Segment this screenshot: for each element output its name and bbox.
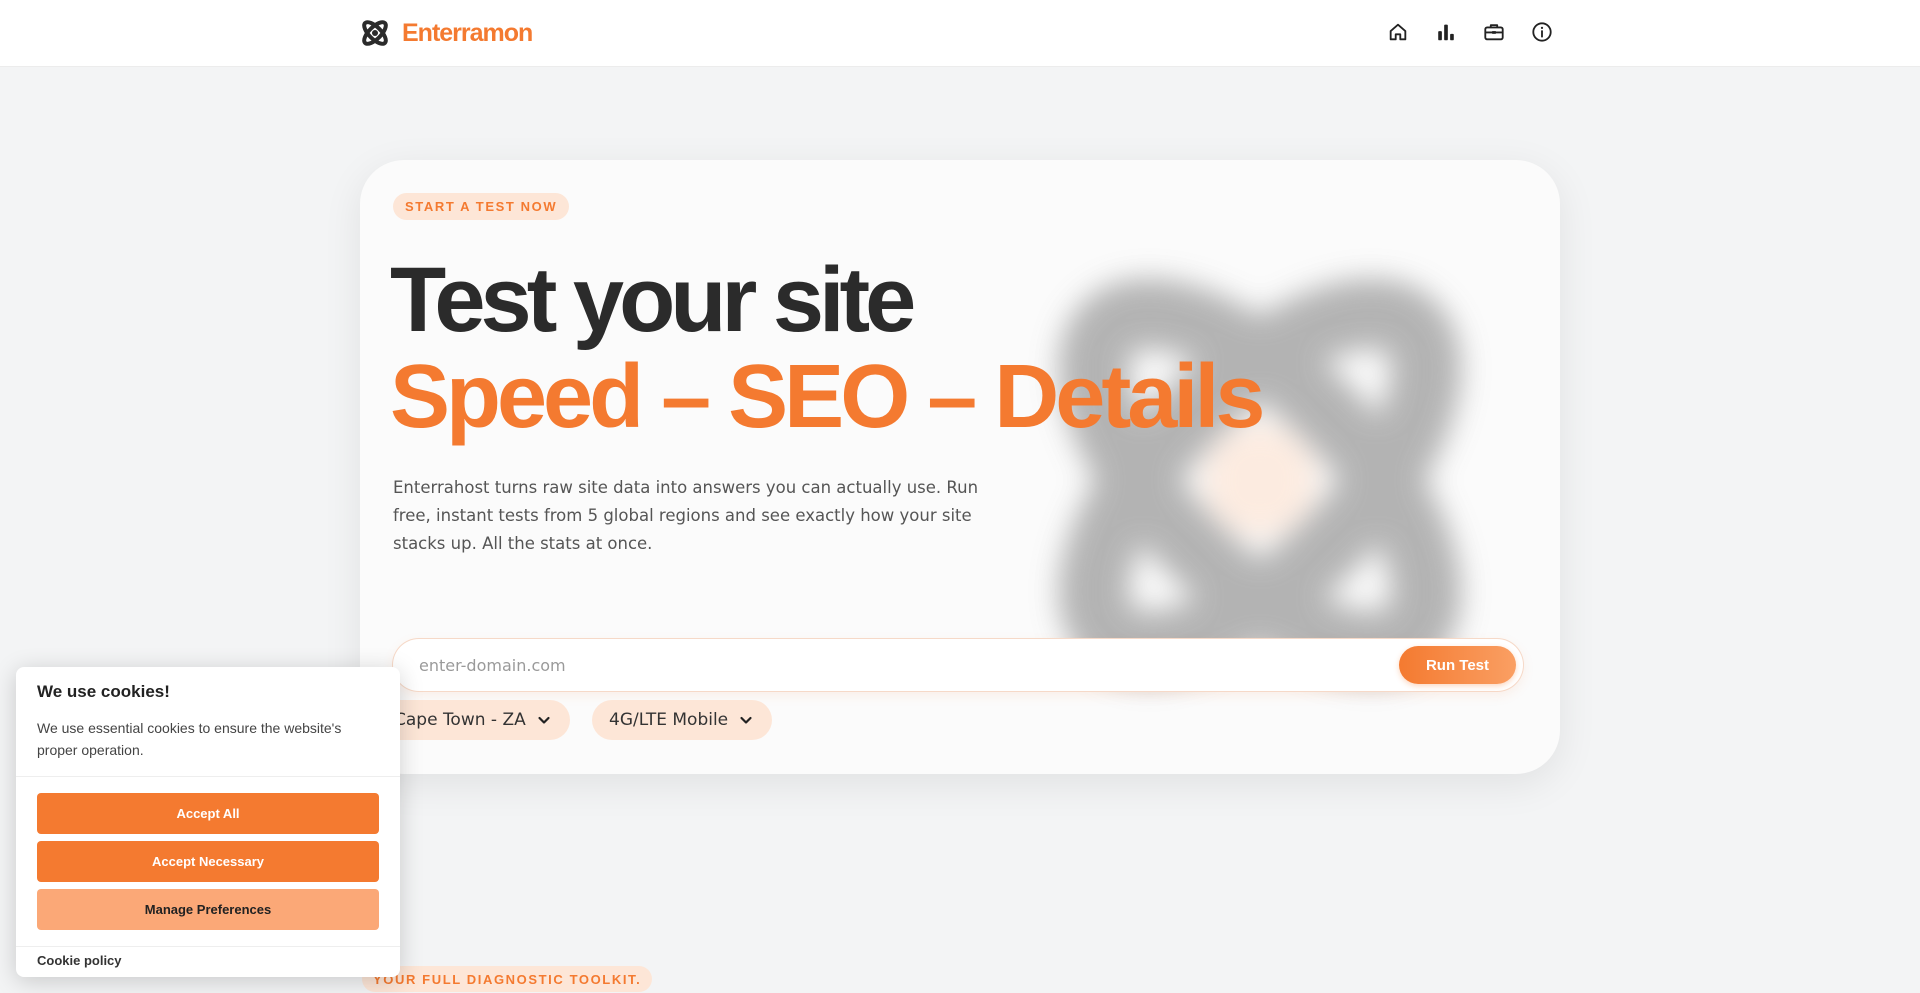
network-select[interactable]: 4G/LTE Mobile xyxy=(592,700,773,740)
nav-info-button[interactable] xyxy=(1530,18,1554,46)
toolkit-section-kicker: YOUR FULL DIAGNOSTIC TOOLKIT. xyxy=(362,966,653,992)
cookie-divider xyxy=(16,776,400,777)
hero-kicker-badge: START A TEST NOW xyxy=(393,193,570,220)
hero-card: START A TEST NOW Test your site Speed – … xyxy=(360,160,1560,774)
accept-necessary-button[interactable]: Accept Necessary xyxy=(37,841,379,882)
nav-tools-button[interactable] xyxy=(1482,18,1506,46)
home-icon xyxy=(1389,23,1407,41)
chevron-down-icon xyxy=(538,716,550,724)
toolbox-icon xyxy=(1484,24,1504,41)
run-test-button[interactable]: Run Test xyxy=(1399,646,1516,684)
cookie-policy-link[interactable]: Cookie policy xyxy=(37,953,122,968)
bar-chart-icon xyxy=(1438,24,1454,41)
info-icon xyxy=(1532,22,1552,42)
cookie-description: We use essential cookies to ensure the w… xyxy=(37,720,342,758)
region-select-value: Cape Town - ZA xyxy=(394,710,526,730)
chevron-down-icon xyxy=(740,716,752,724)
domain-input[interactable] xyxy=(411,639,1351,691)
manage-preferences-button[interactable]: Manage Preferences xyxy=(37,889,379,930)
hero-description: Enterrahost turns raw site data into ans… xyxy=(393,478,979,553)
nav-stats-button[interactable] xyxy=(1434,18,1458,46)
network-select-value: 4G/LTE Mobile xyxy=(609,710,729,730)
cookie-divider xyxy=(16,946,400,947)
hero-title-line1: Test your site xyxy=(390,249,916,351)
region-select[interactable]: Cape Town - ZA xyxy=(377,700,570,740)
nav-home-button[interactable] xyxy=(1386,18,1410,46)
domain-search-bar: Run Test xyxy=(393,639,1523,691)
top-navigation-bar: Enterramon xyxy=(0,0,1920,67)
hero-title-line2: Speed – SEO – Details xyxy=(390,347,1265,447)
main-nav xyxy=(1386,18,1554,46)
brand-name: Enterramon xyxy=(402,18,533,47)
brand-link[interactable]: Enterramon xyxy=(358,16,533,50)
cookie-title: We use cookies! xyxy=(37,682,170,701)
accept-all-button[interactable]: Accept All xyxy=(37,793,379,834)
brand-logo-icon xyxy=(362,20,388,46)
cookie-consent-dialog: We use cookies! We use essential cookies… xyxy=(16,667,400,977)
